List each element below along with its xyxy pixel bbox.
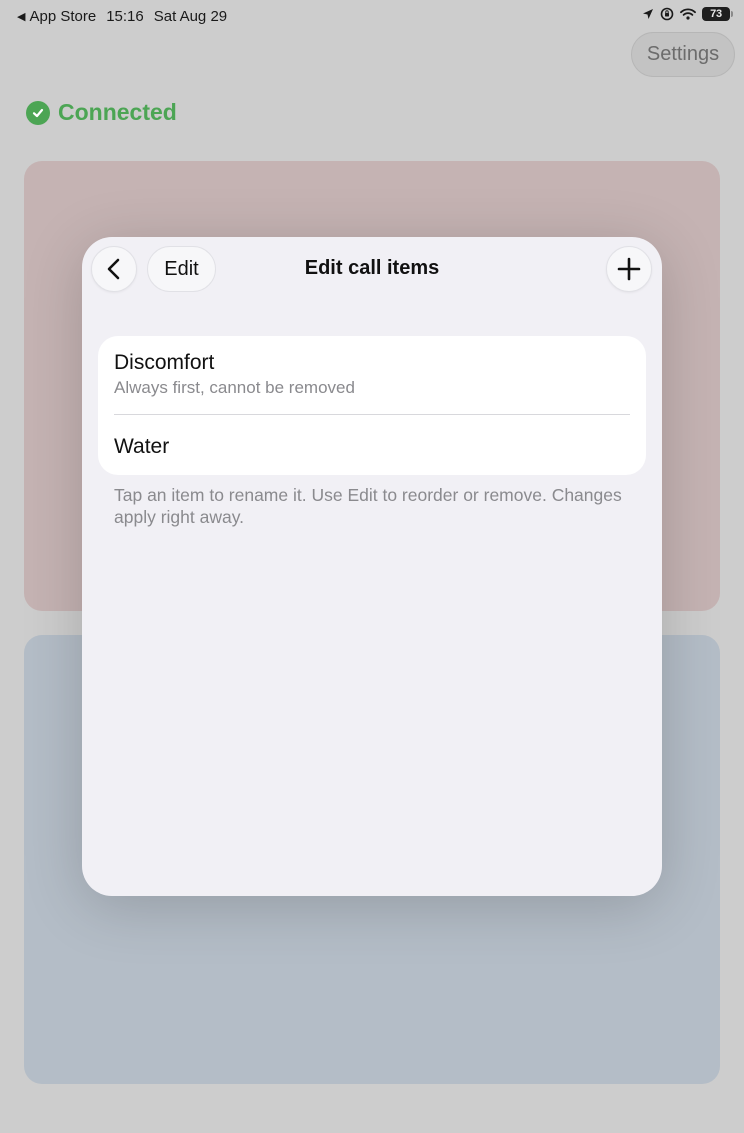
checkmark-circle-icon [26,100,50,125]
item-title: Water [114,435,170,458]
status-right: 73 [642,7,733,21]
edit-call-items-sheet: Edit Edit call items Discomfort Always f… [82,237,662,896]
back-to-app-icon: ◀ [17,11,26,23]
status-date: Sat Aug 29 [153,8,228,25]
list-divider [114,414,630,415]
back-app-label: App Store [29,8,97,25]
status-left[interactable]: ◀ App Store 15:16 Sat Aug 29 [17,8,227,25]
list-item-discomfort[interactable]: Discomfort Always first, cannot be remov… [98,350,646,399]
sheet-title: Edit call items [304,257,440,279]
item-subtitle: Always first, cannot be removed [114,378,355,397]
location-arrow-icon [642,8,654,20]
item-title: Discomfort [114,351,215,374]
call-items-list: Discomfort Always first, cannot be remov… [98,336,646,475]
plus-icon [617,257,641,281]
wifi-icon [680,8,696,20]
orientation-lock-icon [660,7,674,21]
footer-note: Tap an item to rename it. Use Edit to re… [114,485,622,527]
list-item-water[interactable]: Water [98,434,646,460]
connection-label: Connected [58,99,177,125]
add-item-button[interactable] [606,246,652,292]
status-time: 15:16 [106,8,144,25]
status-bar: ◀ App Store 15:16 Sat Aug 29 73 [0,0,744,34]
battery-icon: 73 [702,7,733,21]
settings-button[interactable]: Settings [631,32,735,77]
connection-status: Connected [26,99,177,126]
battery-level: 73 [710,8,722,20]
